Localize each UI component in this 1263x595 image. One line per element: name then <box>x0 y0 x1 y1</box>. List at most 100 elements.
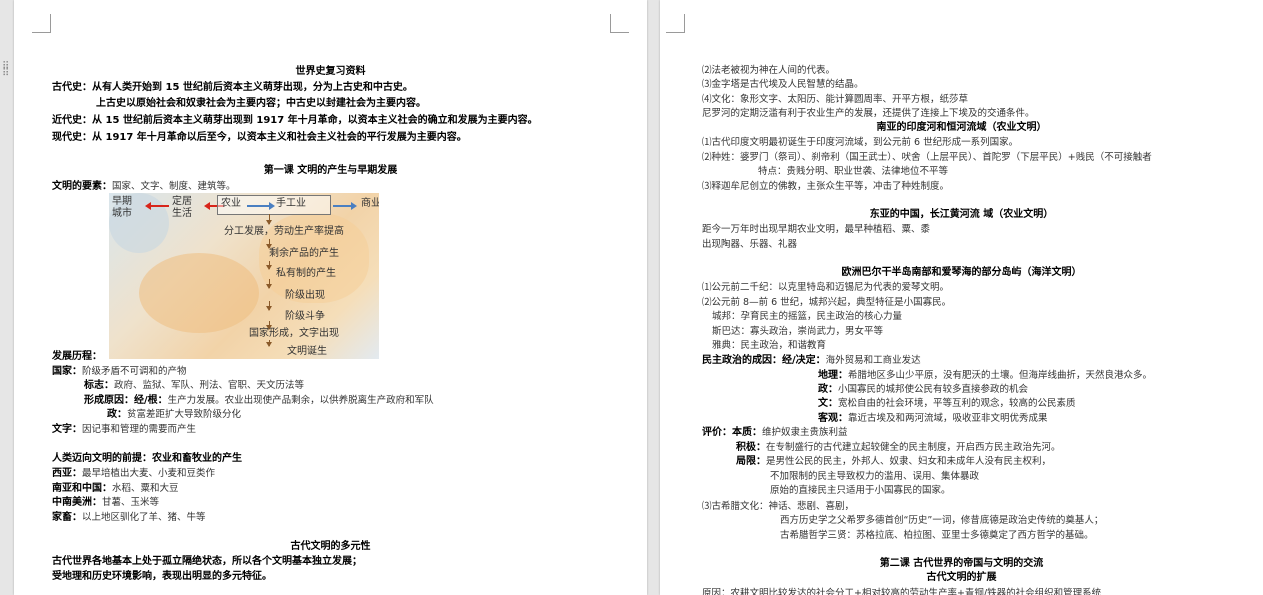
margin-corner-mark <box>32 14 51 33</box>
cause-text: 生产力发展。农业出现使产品剩余，以供养脱离生产政府和军队 <box>167 395 434 406</box>
region-text: 甘薯、玉米等 <box>102 497 160 508</box>
diagram-step: 剩余产品的产生 <box>269 248 339 259</box>
democracy-row-text: 希腊地区多山少平原，没有肥沃的土壤。但海岸线曲折，天然良港众多。 <box>848 370 1153 381</box>
democracy-row-label: 文： <box>818 398 838 409</box>
democracy-line: 民主政治的成因：经/决定：海外贸易和工商业发达 <box>702 354 921 367</box>
body-line: ⑴公元前二千纪：以克里特岛和迈锡尼为代表的爱琴文明。 <box>702 282 950 293</box>
lesson2-title: 第二课 古代世界的帝国与文明的交流 <box>879 558 1044 569</box>
eval-line: 积极：在专制盛行的古代建立起较健全的民主制度，开启西方民主政治先河。 <box>736 441 1061 454</box>
diagram-step: 国家形成 <box>249 328 289 339</box>
body-line: ⑶金字塔是古代埃及人民智慧的结晶。 <box>702 79 864 90</box>
body-line: 出现陶器、乐器、礼器 <box>702 239 798 250</box>
document-page-left: 世界史复习资料 古代史：从有人类开始到 15 世纪前后资本主义萌芽出现，分为上古… <box>14 0 647 595</box>
marks-label: 标志： <box>84 380 114 391</box>
marks-text: 政府、监狱、军队、刑法、官职、天文历法等 <box>114 380 305 391</box>
democracy-row-label: 经/决定： <box>782 355 826 366</box>
diagram-step: 阶级出现 <box>285 290 325 301</box>
eval-row-text: 原始的直接民主只适用于小国寡民的国家。 <box>770 485 951 496</box>
body-line: ⑵公元前 8—前 6 世纪，城邦兴起，典型特征是小国寡民。 <box>702 297 952 308</box>
diagram-step: 文明诞生 <box>287 346 327 357</box>
arrow-down-icon <box>266 279 272 289</box>
lesson2-subtitle: 古代文明的扩展 <box>926 572 997 583</box>
arrow-right-icon <box>247 202 275 210</box>
diagram-text: 早期 <box>112 196 132 207</box>
region-line: 南亚和中国：水稻、粟和大豆 <box>52 482 179 495</box>
cause-zheng-text: 贫富差距扩大导致阶级分化 <box>127 409 242 420</box>
period-modern: 近代史：从 15 世纪前后资本主义萌芽出现到 1917 年十月革命，以资本主义社… <box>52 115 538 126</box>
region-label: 中南美洲： <box>52 497 102 508</box>
eval-line: 评价：本质：维护奴隶主贵族利益 <box>702 426 848 439</box>
cause-zheng-line: 政：贫富差距扩大导致阶级分化 <box>107 408 241 421</box>
region-line: 西亚：最早培植出大麦、小麦和豆类作 <box>52 467 215 480</box>
diagram-step: 私有制的产生 <box>276 268 336 279</box>
lesson1-title: 第一课 文明的产生与早期发展 <box>263 165 398 176</box>
document-page-right: ⑵法老被视为神在人间的代表。 ⑶金字塔是古代埃及人民智慧的结晶。 ⑷文化：象形文… <box>660 0 1263 595</box>
body-line: 距今一万年时出现早期农业文明，最早种植稻、粟、黍 <box>702 224 931 235</box>
diversity-title: 古代文明的多元性 <box>290 541 371 552</box>
diagram-state-writing: 国家形成，文字出现 <box>249 328 339 339</box>
eval-row-label: 积极： <box>736 442 766 453</box>
body-line: ⑶古希腊文化：神话、悲剧、喜剧， <box>702 501 855 512</box>
region-label: 家畜： <box>52 512 82 523</box>
premise-title: 人类迈向文明的前提：农业和畜牧业的产生 <box>52 453 242 464</box>
democracy-row-label: 地理： <box>818 370 848 381</box>
period-ancient-detail: 上古史以原始社会和奴隶社会为主要内容；中古史以封建社会为主要内容。 <box>96 98 426 109</box>
state-text: 阶级矛盾不可调和的产物 <box>82 366 187 377</box>
arrow-left-icon <box>145 202 169 210</box>
body-line: ⑵法老被视为神在人间的代表。 <box>702 65 836 76</box>
arrow-down-icon <box>266 301 272 311</box>
diagram-step: 分工发展，劳动生产率提高 <box>224 226 344 237</box>
region-text: 最早培植出大麦、小麦和豆类作 <box>82 468 216 479</box>
body-line: ⑴古代印度文明最初诞生于印度河流域，到公元前 6 世纪形成一系列国家。 <box>702 137 1019 148</box>
body-line: ⑶释迦牟尼创立的佛教，主张众生平等，冲击了种姓制度。 <box>702 181 950 192</box>
diagram-early-city: 早期 城市 <box>112 196 132 220</box>
diagram-commerce: 商业 <box>361 198 379 209</box>
body-line: 尼罗河的定期泛滥有利于农业生产的发展，还提供了连接上下埃及的交通条件。 <box>702 108 1035 119</box>
elements-text: 国家、文字、制度、建筑等。 <box>112 181 236 192</box>
body-line: 雅典：民主政治，和谐教育 <box>712 340 827 351</box>
cause-zheng-label: 政： <box>107 409 127 420</box>
body-line: 特点：贵贱分明、职业世袭、法律地位不平等 <box>758 166 949 177</box>
margin-corner-mark <box>610 14 629 33</box>
period-contemporary: 现代史：从 1917 年十月革命以后至今，以资本主义和社会主义社会的平行发展为主… <box>52 132 467 143</box>
region-text: 水稻、粟和大豆 <box>112 483 179 494</box>
greece-title: 欧洲巴尔干半岛南部和爱琴海的部分岛屿（海洋文明） <box>841 267 1082 278</box>
history-label: 发展历程： <box>52 351 102 362</box>
drag-handle-icon[interactable]: ⠿ ⠿ <box>2 62 12 79</box>
diagram-handicraft: 手工业 <box>276 198 306 209</box>
democracy-label: 民主政治的成因： <box>702 355 782 366</box>
arrow-down-icon <box>266 340 272 347</box>
diagram-text: 城市 <box>112 208 132 219</box>
arrow-down-icon <box>266 214 272 225</box>
eval-line: 局限：是男性公民的民主，外邦人、奴隶、妇女和未成年人没有民主权利， <box>736 455 1051 468</box>
period-ancient: 古代史：从有人类开始到 15 世纪前后资本主义萌芽出现，分为上古史和中古史。 <box>52 82 413 93</box>
cause-label: 形成原因：经/根： <box>84 395 168 406</box>
state-label: 国家： <box>52 366 82 377</box>
china-title: 东亚的中国，长江黄河流 域（农业文明） <box>869 209 1054 220</box>
eval-row-label: 本质： <box>732 427 762 438</box>
arrow-down-icon <box>266 239 272 249</box>
body-line: 西方历史学之父希罗多德首创“历史”一词，修昔底德是政治史传统的奠基人； <box>780 515 1104 526</box>
elements-label: 文明的要素： <box>52 181 112 192</box>
democracy-row-text: 靠近古埃及和两河流域，吸收亚非文明优秀成果 <box>848 413 1048 424</box>
writing-text: 因记事和管理的需要而产生 <box>82 424 197 435</box>
diagram-text: 生活 <box>172 208 192 219</box>
diagram-settled: 定居 生活 <box>172 196 192 220</box>
eval-row-text: 在专制盛行的古代建立起较健全的民主制度，开启西方民主政治先河。 <box>766 442 1061 453</box>
writing-line: 文字：因记事和管理的需要而产生 <box>52 423 196 436</box>
democracy-line: 政：小国寡民的城邦使公民有较多直接参政的机会 <box>818 383 1028 396</box>
arrow-down-icon <box>266 261 272 270</box>
democracy-row-text: 海外贸易和工商业发达 <box>825 355 921 366</box>
state-line: 国家：阶级矛盾不可调和的产物 <box>52 365 187 378</box>
body-line: ⑷文化：象形文字、太阳历、能计算圆周率、开平方根，纸莎草 <box>702 94 969 105</box>
body-line: 斯巴达：寡头政治，崇尚武力，男女平等 <box>712 326 884 337</box>
region-label: 西亚： <box>52 468 82 479</box>
body-line: 城邦：孕育民主的摇篮，民主政治的核心力量 <box>712 311 903 322</box>
document-title: 世界史复习资料 <box>295 66 366 77</box>
eval-row-text: 是男性公民的民主，外邦人、奴隶、妇女和未成年人没有民主权利， <box>766 456 1052 467</box>
india-title: 南亚的印度河和恒河流域（农业文明） <box>876 122 1047 133</box>
region-line: 家畜：以上地区驯化了羊、猪、牛等 <box>52 511 206 524</box>
eval-row-text: 不加限制的民主导致权力的滥用、误用、集体暴政 <box>770 471 980 482</box>
democracy-line: 客观：靠近古埃及和两河流域，吸收亚非文明优秀成果 <box>818 412 1048 425</box>
cause-line: 形成原因：经/根：生产力发展。农业出现使产品剩余，以供养脱离生产政府和军队 <box>84 394 434 407</box>
